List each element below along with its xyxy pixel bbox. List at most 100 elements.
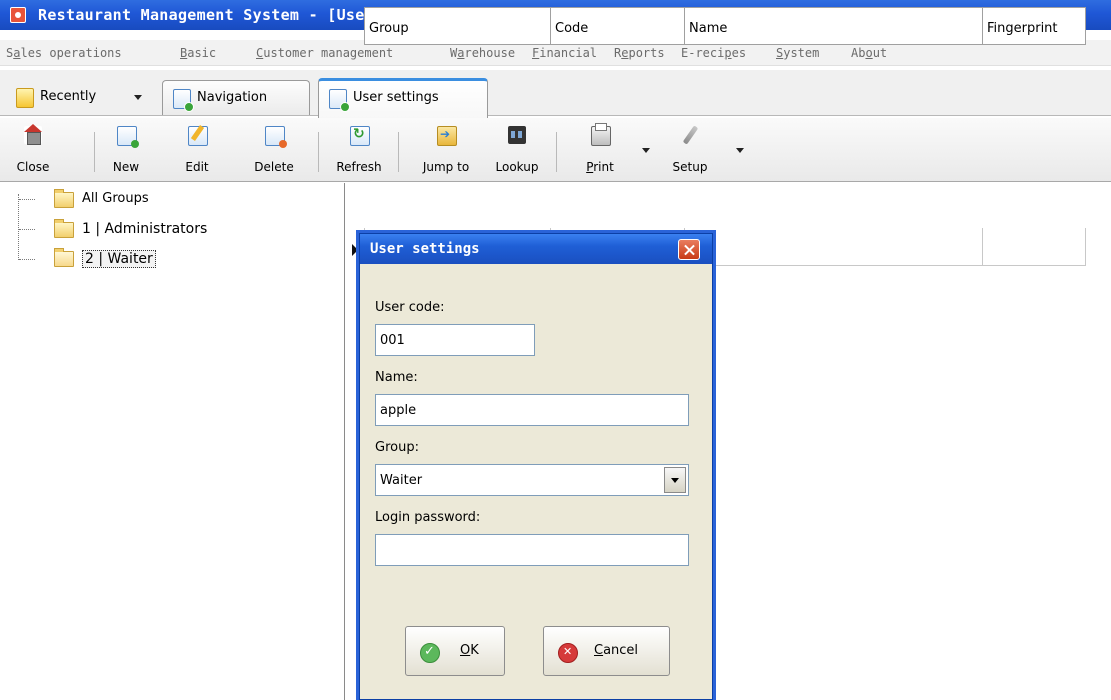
tab-label: User settings — [353, 90, 439, 105]
menu-accelerator: o — [865, 46, 873, 60]
menu-text: ustomer management — [263, 46, 394, 60]
new-button[interactable]: New — [104, 124, 148, 178]
jump-to-button[interactable]: Jump to — [410, 124, 482, 178]
group-selected-value: Waiter — [380, 473, 423, 488]
tree-item-label: 2 | Waiter — [82, 250, 156, 268]
table-cell[interactable] — [684, 228, 982, 266]
print-label-rest: rint — [593, 160, 614, 174]
tree-item-label: 1 | Administrators — [82, 221, 208, 237]
print-button[interactable]: Print — [572, 123, 628, 178]
close-icon[interactable] — [678, 239, 700, 260]
menu-text: inancial — [539, 46, 598, 60]
button-label: Jump to — [422, 160, 470, 174]
close-button[interactable]: Close — [10, 124, 56, 178]
group-select[interactable]: Waiter — [375, 464, 689, 496]
delete-button[interactable]: Delete — [244, 124, 304, 178]
jump-to-icon — [437, 126, 457, 146]
menu-financial[interactable]: Financial — [532, 46, 597, 60]
menu-e-recipes[interactable]: E-recipes — [681, 46, 746, 60]
column-header-label: Group — [369, 21, 409, 36]
dialog-title-bar[interactable]: User settings — [360, 234, 712, 264]
menu-accelerator: p — [724, 46, 732, 60]
refresh-icon — [350, 126, 370, 146]
menu-basic[interactable]: Basic — [180, 46, 216, 60]
column-header-code[interactable]: Code — [550, 7, 684, 45]
menu-sales-operations[interactable]: Sales operations — [6, 46, 122, 60]
cancel-button[interactable]: Cancel — [543, 626, 670, 676]
delete-document-icon — [265, 126, 287, 148]
tab-bar: Recently Navigation User settings — [0, 70, 1111, 119]
name-field[interactable]: apple — [375, 394, 689, 426]
group-tree — [0, 183, 345, 700]
table-cell[interactable] — [982, 228, 1086, 266]
menu-warehouse[interactable]: Warehouse — [450, 46, 515, 60]
toolbar-separator — [94, 132, 95, 172]
toolbar: Close New Edit Delete Refresh Jump to Lo… — [0, 118, 1111, 182]
group-label: Group: — [375, 440, 419, 455]
button-label: Edit — [185, 160, 209, 174]
lookup-button[interactable]: Lookup — [484, 124, 550, 178]
setup-button[interactable]: Setup — [666, 124, 714, 178]
recently-dropdown[interactable]: Recently — [12, 80, 156, 114]
button-label: Delete — [254, 160, 294, 174]
tree-connector — [19, 199, 35, 200]
name-label: Name: — [375, 370, 418, 385]
button-label: New — [112, 160, 140, 174]
tree-connector — [19, 259, 35, 260]
button-label: Lookup — [495, 160, 539, 174]
button-label: Refresh — [336, 160, 382, 174]
tab-user-settings[interactable]: User settings — [318, 78, 488, 119]
menu-text: es — [731, 46, 747, 60]
folder-icon — [54, 219, 74, 238]
tree-connector — [19, 229, 35, 230]
print-dropdown-arrow[interactable] — [642, 148, 650, 153]
cancel-label-rest: ancel — [603, 643, 639, 658]
current-row-indicator — [352, 244, 358, 256]
wrench-icon — [681, 126, 699, 144]
column-header-label: Fingerprint — [987, 21, 1058, 36]
menu-text: E-reci — [681, 46, 725, 60]
column-header-label: Code — [555, 21, 589, 36]
open-folder-icon — [54, 248, 74, 267]
setup-dropdown-arrow[interactable] — [736, 148, 744, 153]
recent-files-icon — [16, 88, 34, 108]
toolbar-separator — [398, 132, 399, 172]
menu-customer-management[interactable]: Customer management — [256, 46, 393, 60]
login-password-label: Login password: — [375, 510, 481, 525]
edit-button[interactable]: Edit — [174, 124, 220, 178]
ok-button[interactable]: OK — [405, 626, 505, 676]
tab-label: Navigation — [197, 90, 268, 105]
column-header-fingerprint[interactable]: Fingerprint — [982, 7, 1086, 45]
checkmark-icon — [420, 643, 440, 663]
app-icon[interactable] — [10, 7, 26, 23]
refresh-button[interactable]: Refresh — [326, 124, 392, 178]
button-label: Setup — [672, 160, 708, 174]
user-code-field[interactable]: 001 — [375, 324, 535, 356]
cancel-x-icon — [558, 643, 578, 663]
ok-accelerator: O — [460, 643, 471, 658]
edit-pencil-icon — [188, 126, 208, 146]
document-icon — [173, 89, 194, 112]
column-header-name[interactable]: Name — [684, 7, 982, 45]
tree-item-label: All Groups — [82, 191, 149, 206]
menu-text: ystem — [783, 46, 820, 60]
login-password-field[interactable] — [375, 534, 689, 566]
menu-text: ut — [872, 46, 888, 60]
menu-text: asic — [187, 46, 217, 60]
toolbar-separator — [556, 132, 557, 172]
printer-icon — [591, 123, 611, 146]
menu-system[interactable]: System — [776, 46, 819, 60]
button-label: Close — [16, 160, 50, 174]
menu-about[interactable]: About — [851, 46, 887, 60]
tab-navigation[interactable]: Navigation — [162, 80, 310, 115]
toolbar-separator — [318, 132, 319, 172]
menu-text: Ab — [851, 46, 866, 60]
new-document-icon — [117, 126, 139, 148]
menu-text: rehouse — [464, 46, 516, 60]
user-code-label: User code: — [375, 300, 445, 315]
menu-reports[interactable]: Reports — [614, 46, 665, 60]
user-settings-dialog: User settings User code: 001 Name: apple… — [359, 233, 713, 700]
column-header-group[interactable]: Group — [364, 7, 550, 45]
chevron-down-icon[interactable] — [664, 467, 686, 493]
recently-label: Recently — [40, 89, 97, 104]
